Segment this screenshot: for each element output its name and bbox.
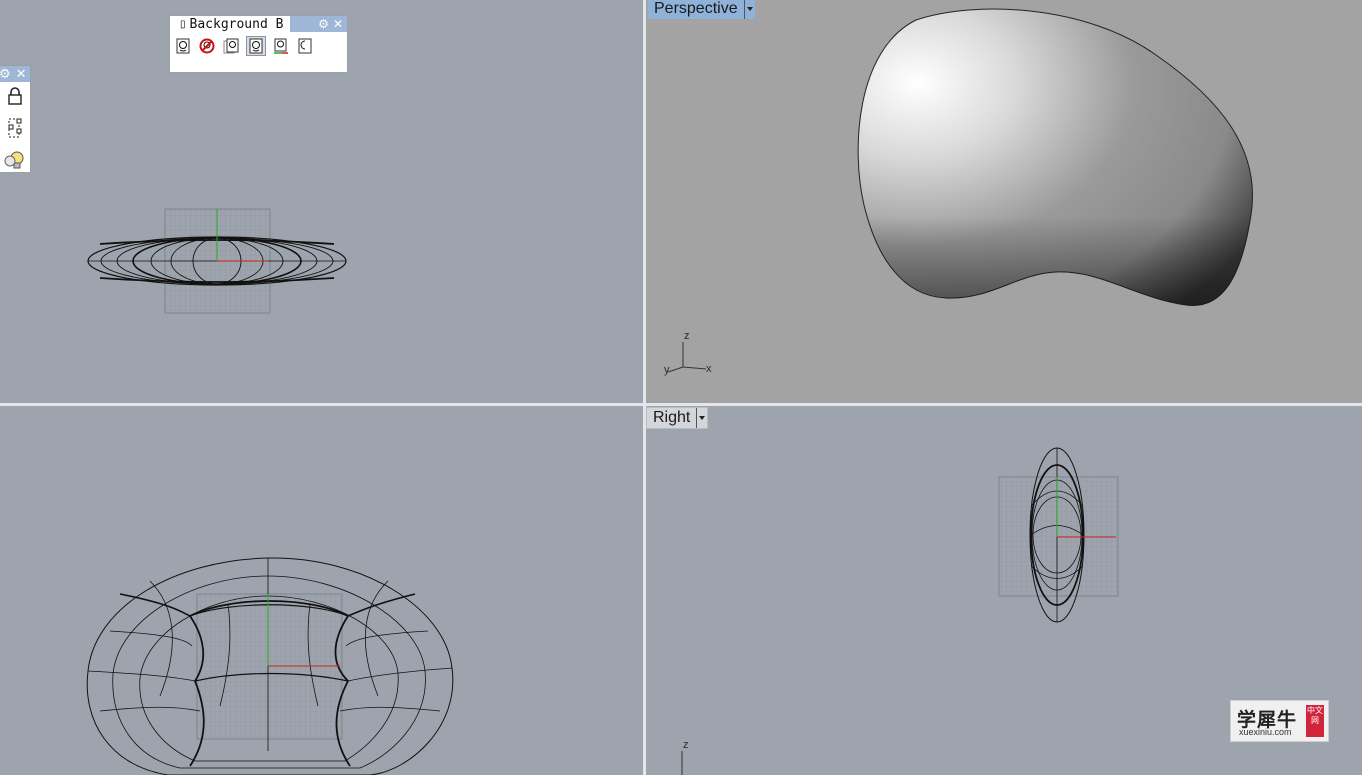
gear-icon[interactable]: ⚙ [0,66,11,82]
bulb-icon[interactable] [4,150,26,177]
right-axis-z-label: z [683,739,689,751]
close-icon[interactable]: ✕ [333,17,343,31]
face-hidden-icon[interactable] [198,37,216,55]
watermark-site: xuexiniu.com [1239,727,1292,737]
chevron-down-icon[interactable] [696,408,707,428]
top-viewport[interactable]: ▯ Background B ⚙ ✕ ⚙ ✕ [0,0,643,403]
perspective-viewport[interactable]: z x y Perspective [646,0,1362,403]
group-icon[interactable] [6,117,24,144]
perspective-title-label: Perspective [654,0,738,17]
watermark-badge: 中文网 [1306,705,1324,737]
layer-panel-header[interactable]: ⚙ ✕ [0,66,30,82]
perspective-axis-y: y [664,364,670,376]
background-panel-header[interactable]: ▯ Background B ⚙ ✕ [170,16,347,32]
chevron-down-icon[interactable] [743,0,755,19]
face-active-icon[interactable] [246,36,266,56]
front-view-drawing [86,557,454,775]
layer-tools-panel[interactable]: ⚙ ✕ [0,65,31,173]
lock-icon[interactable] [6,86,24,111]
background-toolbar [170,32,347,56]
face-half-icon[interactable] [296,37,314,55]
right-viewport-title[interactable]: Right [646,407,709,429]
watermark-logo: 学犀牛 xuexiniu.com 中文网 [1230,700,1329,742]
perspective-drawing: z x y [664,8,1253,376]
face-move-icon[interactable] [272,37,290,55]
face-icon[interactable] [174,37,192,55]
perspective-axis-z: z [684,330,690,342]
close-icon[interactable]: ✕ [16,66,27,82]
perspective-viewport-title[interactable]: Perspective [648,0,755,19]
viewport-splitter-vertical[interactable] [643,0,646,775]
perspective-axis-x: x [706,363,712,375]
gear-icon[interactable]: ⚙ [318,17,329,31]
viewport-grid: ▯ Background B ⚙ ✕ ⚙ ✕ z x y Perspective… [0,0,1362,775]
face-place-icon[interactable] [222,37,240,55]
right-title-label: Right [653,409,691,426]
background-bitmap-panel[interactable]: ▯ Background B ⚙ ✕ [169,15,348,73]
viewport-splitter-horizontal[interactable] [0,403,1362,406]
layer-toolbar [0,82,30,177]
background-panel-tab[interactable]: Background B [186,17,302,32]
perspective-axis-gizmo [667,342,707,373]
front-viewport[interactable] [0,406,643,775]
